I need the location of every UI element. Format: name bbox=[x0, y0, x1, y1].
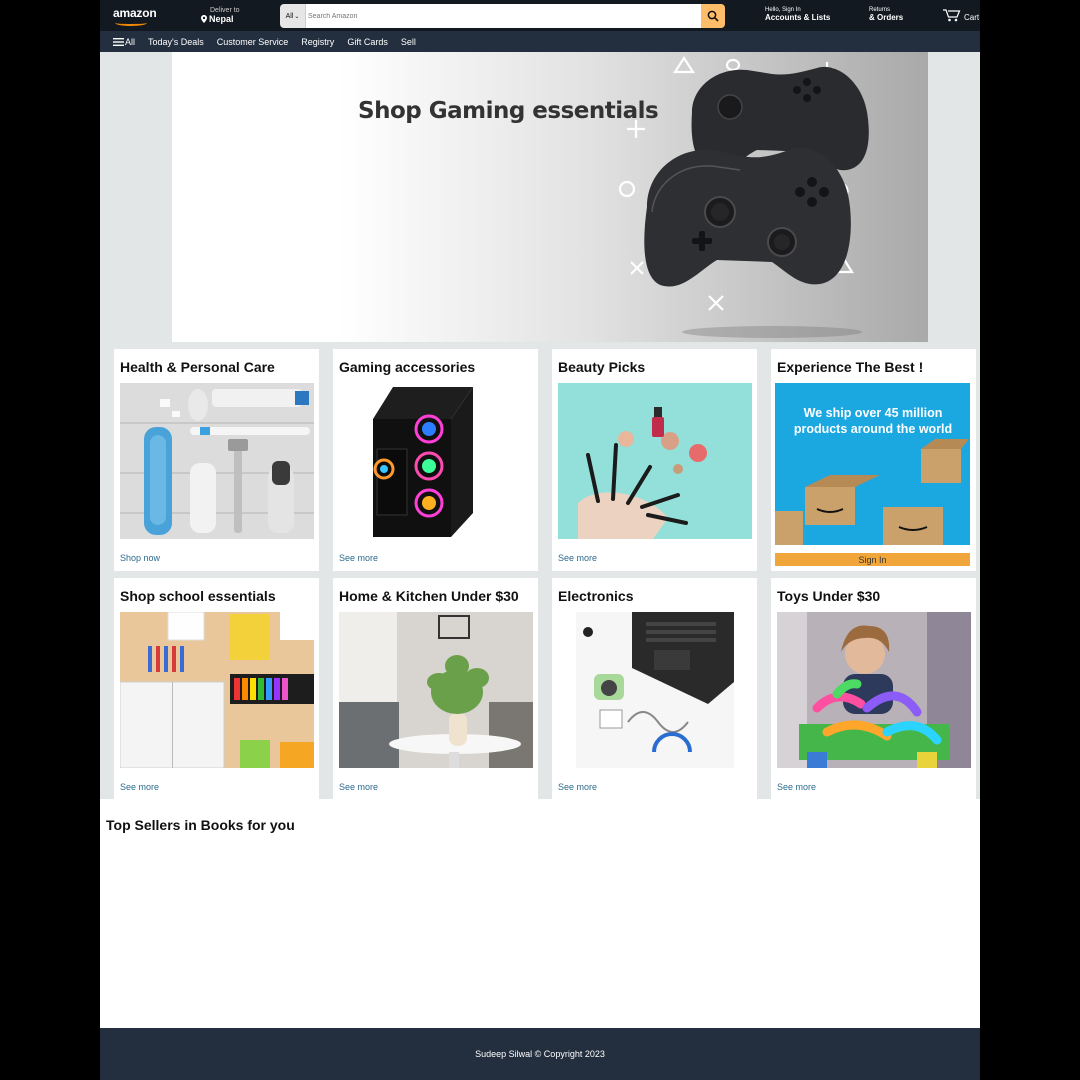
nav-item-customer-service[interactable]: Customer Service bbox=[217, 37, 289, 47]
deliver-to[interactable]: Deliver to Nepal bbox=[201, 7, 240, 24]
card-title: Toys Under $30 bbox=[777, 588, 881, 604]
card-home-kitchen[interactable]: Home & Kitchen Under $30 See more bbox=[333, 578, 538, 800]
logo-smile-icon bbox=[115, 20, 147, 26]
see-more-link[interactable]: See more bbox=[558, 553, 597, 563]
chevron-down-icon: ⌄ bbox=[294, 13, 300, 20]
card-school-essentials[interactable]: Shop school essentials See more bbox=[114, 578, 319, 800]
shop-now-link[interactable]: Shop now bbox=[120, 553, 160, 563]
footer: Sudeep Silwal © Copyright 2023 bbox=[100, 1028, 980, 1080]
footer-copyright: Sudeep Silwal © Copyright 2023 bbox=[475, 1049, 605, 1059]
sign-in-button[interactable]: Sign In bbox=[775, 553, 970, 566]
main-content: Shop Gaming essentials Health & Personal… bbox=[100, 52, 980, 800]
toys-image bbox=[777, 612, 971, 768]
hamburger-menu-icon bbox=[113, 37, 124, 46]
search-button[interactable] bbox=[701, 4, 725, 28]
hero-banner[interactable]: Shop Gaming essentials bbox=[172, 52, 928, 342]
search-input[interactable] bbox=[306, 4, 701, 28]
amazon-logo[interactable]: amazon bbox=[113, 6, 157, 26]
card-toys[interactable]: Toys Under $30 See more bbox=[771, 578, 976, 800]
deliver-location: Nepal bbox=[209, 14, 234, 24]
beauty-products-image bbox=[558, 383, 752, 539]
see-more-link[interactable]: See more bbox=[777, 782, 816, 792]
search-category-select[interactable]: All ⌄ bbox=[280, 4, 306, 28]
shipping-promo-image: We ship over 45 million products around … bbox=[775, 383, 970, 545]
card-title: Experience The Best ! bbox=[777, 359, 924, 375]
card-title: Beauty Picks bbox=[558, 359, 646, 375]
deliver-label: Deliver to bbox=[210, 7, 240, 14]
logo-text: amazon bbox=[113, 6, 157, 20]
card-title: Shop school essentials bbox=[120, 588, 276, 604]
see-more-link[interactable]: See more bbox=[339, 782, 378, 792]
books-section-title: Top Sellers in Books for you bbox=[106, 817, 295, 833]
cart-button[interactable]: Cart bbox=[942, 8, 979, 22]
card-health-personal-care[interactable]: Health & Personal Care Shop now bbox=[114, 349, 319, 571]
returns-orders[interactable]: Returns & Orders bbox=[869, 7, 903, 22]
card-beauty-picks[interactable]: Beauty Picks See more bbox=[552, 349, 757, 571]
nav-item-sell[interactable]: Sell bbox=[401, 37, 416, 47]
nav-item-registry[interactable]: Registry bbox=[301, 37, 334, 47]
top-header: amazon Deliver to Nepal All ⌄ Search Ama… bbox=[100, 0, 980, 31]
card-title: Gaming accessories bbox=[339, 359, 476, 375]
cart-label: Cart bbox=[964, 13, 980, 22]
account-menu[interactable]: Hello, Sign In Accounts & Lists bbox=[765, 7, 830, 22]
page: amazon Deliver to Nepal All ⌄ Search Ama… bbox=[100, 0, 980, 1080]
see-more-link[interactable]: See more bbox=[120, 782, 159, 792]
promo-text: We ship over 45 million products around … bbox=[793, 406, 953, 436]
health-products-image bbox=[120, 383, 314, 539]
nav-all-menu[interactable]: All bbox=[113, 37, 135, 47]
card-gaming-accessories[interactable]: Gaming accessories See more bbox=[333, 349, 538, 571]
location-pin-icon bbox=[201, 15, 207, 23]
orders-label: & Orders bbox=[869, 13, 904, 22]
card-electronics[interactable]: Electronics See more bbox=[552, 578, 757, 800]
school-supplies-image bbox=[120, 612, 314, 768]
nav-item-todays-deals[interactable]: Today's Deals bbox=[148, 37, 204, 47]
see-more-link[interactable]: See more bbox=[558, 782, 597, 792]
cart-icon bbox=[943, 9, 961, 22]
nav-bar: All Today's Deals Customer Service Regis… bbox=[100, 31, 980, 52]
see-more-link[interactable]: See more bbox=[339, 553, 378, 563]
card-experience-the-best[interactable]: Experience The Best ! We ship over 45 mi… bbox=[771, 349, 976, 571]
search-category-value: All bbox=[285, 12, 294, 20]
nav-all-label: All bbox=[125, 36, 136, 47]
account-label: Accounts & Lists bbox=[765, 13, 831, 22]
search-bar: All ⌄ bbox=[280, 4, 725, 28]
card-title: Home & Kitchen Under $30 bbox=[339, 588, 519, 604]
electronics-image bbox=[558, 612, 752, 768]
nav-item-gift-cards[interactable]: Gift Cards bbox=[347, 37, 388, 47]
home-kitchen-image bbox=[339, 612, 533, 768]
gaming-pc-image bbox=[339, 383, 533, 539]
card-title: Electronics bbox=[558, 588, 634, 604]
card-title: Health & Personal Care bbox=[120, 359, 275, 375]
hero-title: Shop Gaming essentials bbox=[358, 98, 659, 124]
gamepad-illustration bbox=[618, 55, 869, 338]
search-icon bbox=[707, 10, 719, 22]
